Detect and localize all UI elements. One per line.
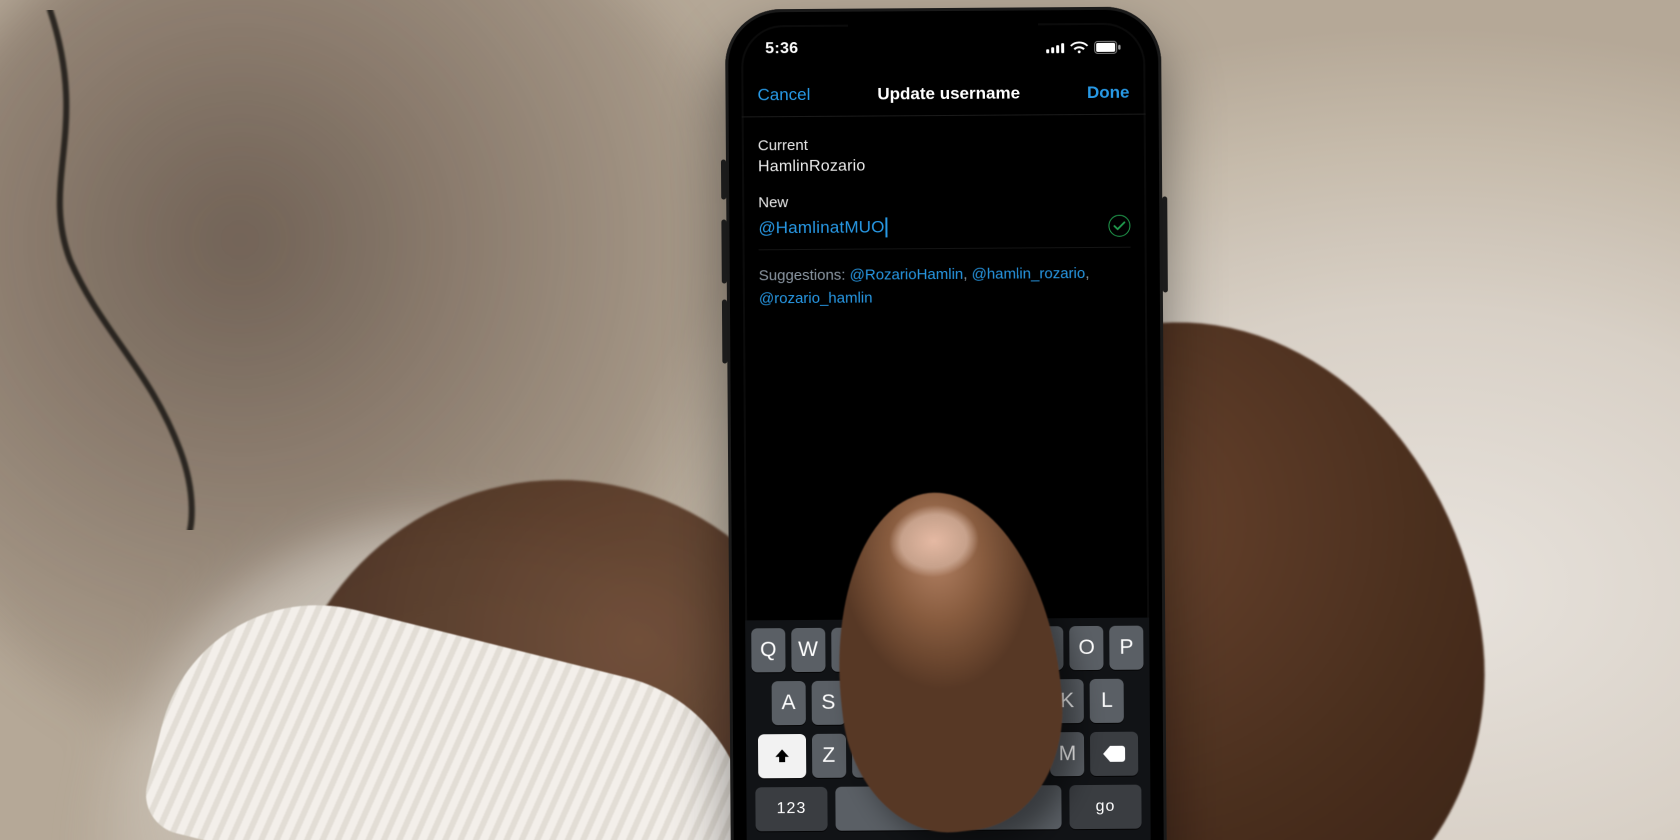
wifi-icon xyxy=(1070,40,1088,53)
shift-icon xyxy=(773,747,791,765)
key-z[interactable]: Z xyxy=(812,734,846,778)
keyboard-bottom-bar: 😀 xyxy=(752,835,1146,840)
suggestions-label: Suggestions: xyxy=(759,267,846,285)
new-label: New xyxy=(758,192,1130,212)
new-username-input[interactable]: @ HamlinatMUO xyxy=(758,217,887,238)
status-time: 5:36 xyxy=(765,40,798,58)
current-username: HamlinRozario xyxy=(758,156,1130,187)
photo-background: 5:36 Cancel Update username Done xyxy=(0,0,1680,840)
shift-key[interactable] xyxy=(758,734,806,778)
battery-icon xyxy=(1094,40,1121,53)
key-l[interactable]: L xyxy=(1090,679,1124,723)
backspace-icon xyxy=(1103,746,1125,762)
volume-up xyxy=(721,220,726,284)
mute-switch xyxy=(721,160,726,200)
key-q[interactable]: Q xyxy=(751,628,785,672)
comma: , xyxy=(963,266,967,283)
form-content: Current HamlinRozario New @ HamlinatMUO xyxy=(742,123,1147,311)
current-label: Current xyxy=(758,135,1130,155)
suggestion-3[interactable]: @rozario_hamlin xyxy=(759,290,873,308)
volume-down xyxy=(722,300,727,364)
phone: 5:36 Cancel Update username Done xyxy=(725,6,1167,840)
page-title: Update username xyxy=(877,83,1020,104)
backspace-key[interactable] xyxy=(1090,732,1138,776)
suggestion-2[interactable]: @hamlin_rozario xyxy=(972,265,1086,283)
text-caret xyxy=(886,217,888,237)
done-button[interactable]: Done xyxy=(1087,82,1130,102)
key-a[interactable]: A xyxy=(771,681,805,725)
key-o[interactable]: O xyxy=(1070,626,1104,670)
valid-checkmark-icon xyxy=(1108,215,1130,237)
nav-bar: Cancel Update username Done xyxy=(741,71,1145,118)
go-key[interactable]: go xyxy=(1069,785,1141,830)
suggestion-1[interactable]: @RozarioHamlin xyxy=(850,266,964,284)
suggestions: Suggestions: @RozarioHamlin, @hamlin_roz… xyxy=(759,262,1131,311)
cellular-signal-icon xyxy=(1046,41,1064,53)
numbers-key[interactable]: 123 xyxy=(755,787,827,832)
charger-cable xyxy=(30,10,290,530)
key-p[interactable]: P xyxy=(1109,626,1143,670)
comma: , xyxy=(1085,265,1089,282)
notch xyxy=(848,23,1038,54)
side-button xyxy=(1162,196,1168,292)
new-username-value: HamlinatMUO xyxy=(776,217,885,238)
cancel-button[interactable]: Cancel xyxy=(757,84,810,104)
key-w[interactable]: W xyxy=(791,628,825,672)
at-prefix: @ xyxy=(758,218,775,238)
